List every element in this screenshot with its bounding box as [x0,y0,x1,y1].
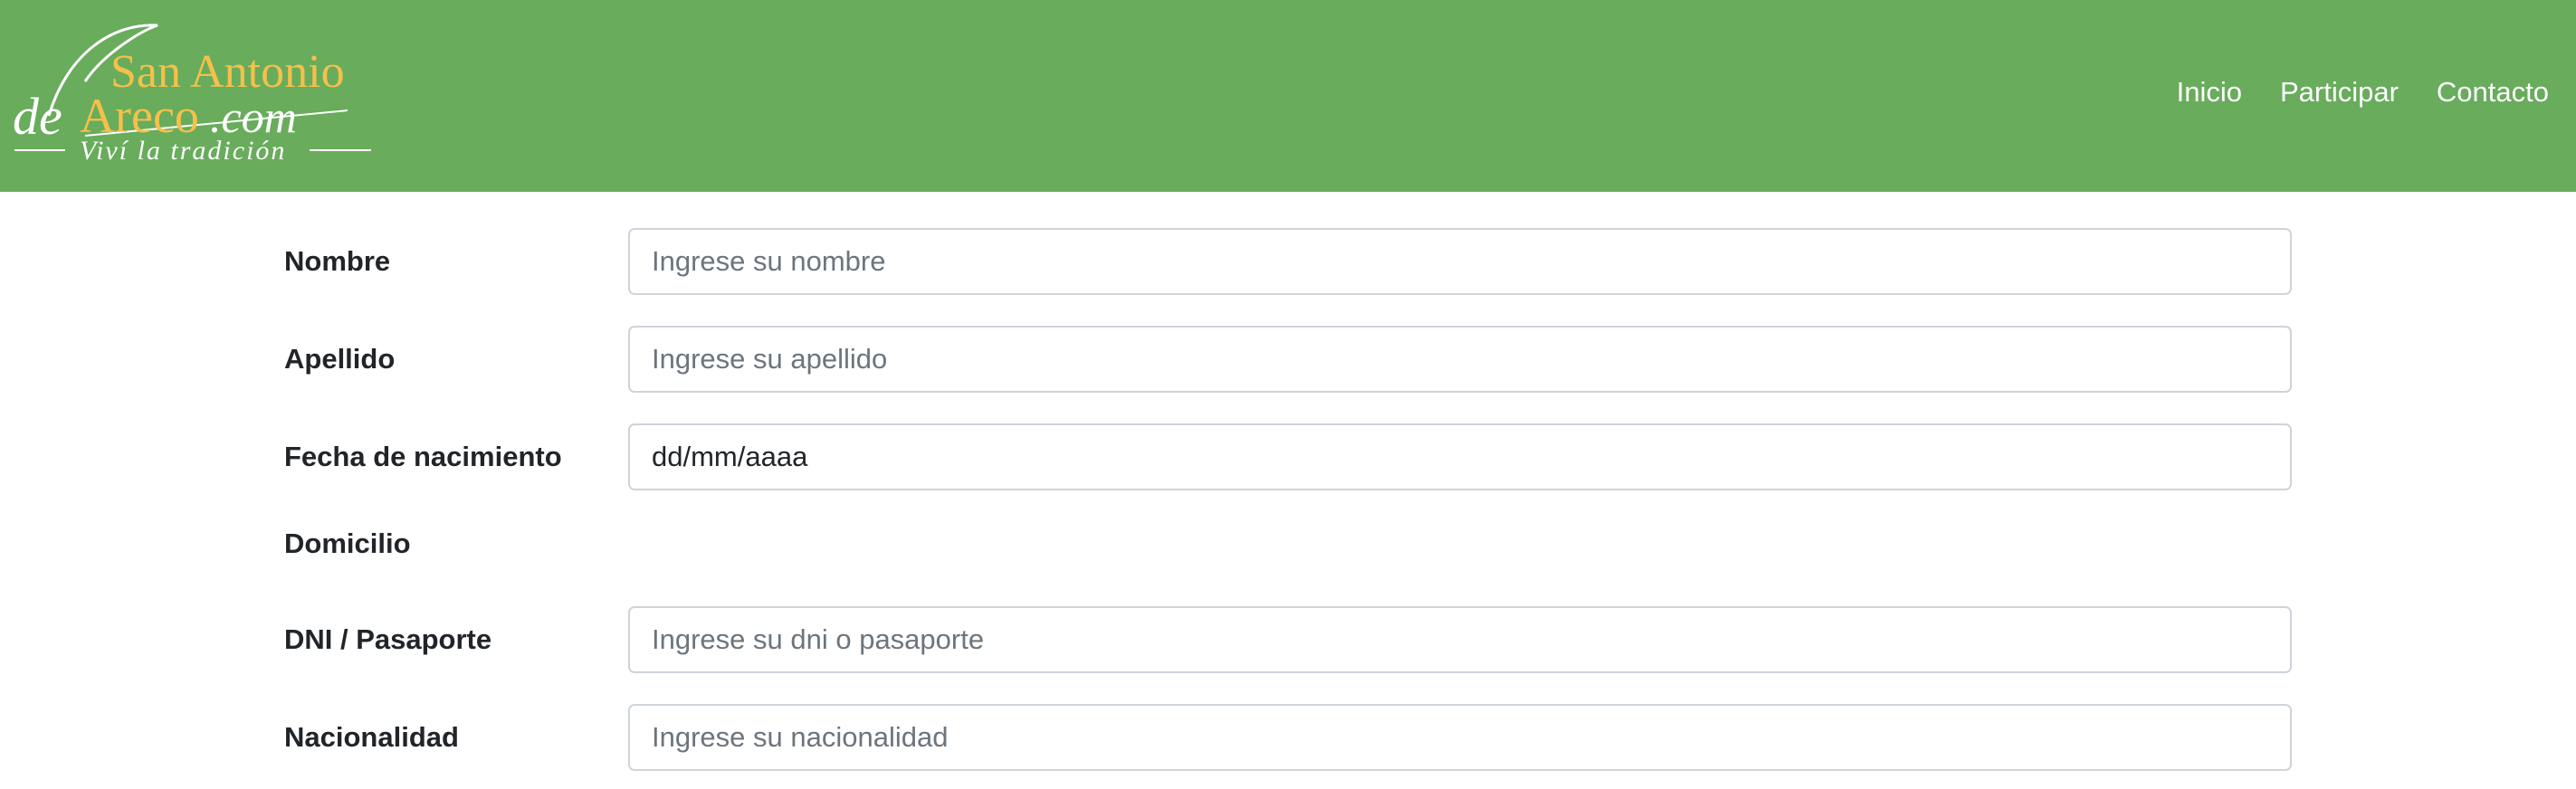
nav-link-contacto[interactable]: Contacto [2437,74,2549,110]
logo-com: .com [210,91,297,142]
site-logo[interactable]: San Antonio de Areco .com Viví la tradic… [13,18,384,174]
navbar: San Antonio de Areco .com Viví la tradic… [0,0,2576,192]
nombre-label: Nombre [284,245,391,277]
logo-graphic: San Antonio de Areco .com Viví la tradic… [13,24,371,166]
dni-pasaporte-label: DNI / Pasaporte [284,623,492,655]
fecha-nacimiento-label: Fecha de nacimiento [284,441,562,472]
nacionalidad-label: Nacionalidad [284,721,459,753]
registration-form: Nombre Apellido Fecha de nacimiento Domi… [0,192,2576,789]
domicilio-label: Domicilio [284,528,411,559]
nombre-input[interactable] [628,228,2292,295]
main-nav: Inicio Participar Contacto [2139,74,2549,110]
logo-areco: Areco [80,89,199,143]
logo-tagline: Viví la tradición [80,136,286,166]
fecha-nacimiento-input[interactable] [628,423,2292,490]
dni-pasaporte-input[interactable] [628,606,2292,673]
nacionalidad-input[interactable] [628,704,2292,771]
logo-de: de [13,87,62,146]
nav-link-inicio[interactable]: Inicio [2177,74,2242,110]
nav-link-participar[interactable]: Participar [2280,74,2399,110]
apellido-input[interactable] [628,326,2292,393]
apellido-label: Apellido [284,343,396,375]
